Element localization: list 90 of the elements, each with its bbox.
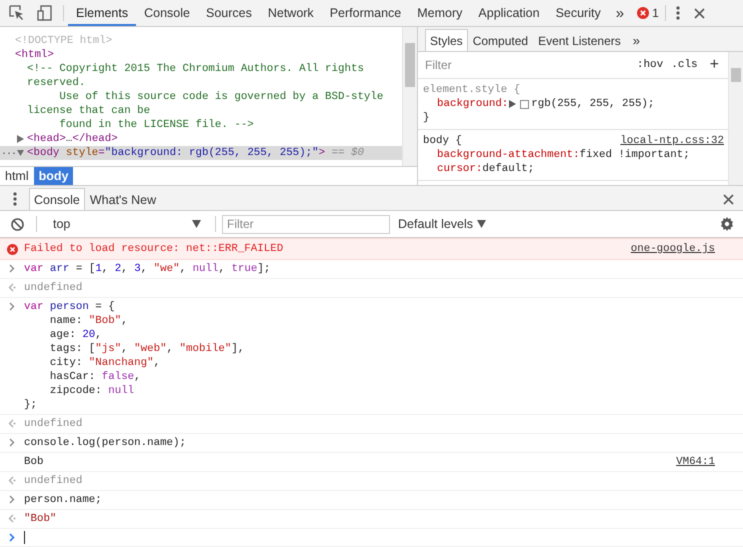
sidebar-tab[interactable]: Styles (425, 29, 468, 51)
css-value: default; (482, 162, 534, 176)
more-options-icon[interactable] (13, 192, 17, 206)
clear-console-icon[interactable] (11, 218, 24, 230)
drawer-tab[interactable]: Console (29, 188, 85, 210)
console-line: var arr = [1, 2, 3, "we", null, true]; (24, 262, 272, 276)
result-arrow-icon (8, 476, 16, 485)
error-icon (6, 244, 18, 255)
closing-brace: } (423, 111, 430, 125)
console-line: name: "Bob", (48, 314, 129, 328)
error-count[interactable]: 1 (652, 6, 659, 20)
css-value: fixed !important; (580, 148, 690, 162)
panel-tab[interactable]: Memory (409, 0, 470, 26)
result-arrow-icon (8, 419, 16, 428)
scrollbar[interactable] (402, 27, 417, 166)
breadcrumb[interactable]: html (0, 167, 34, 185)
markup-text: <head>…</head> (27, 132, 118, 146)
result-arrow-icon (8, 283, 16, 292)
class-toggle-button[interactable]: .cls (667, 59, 702, 71)
css-property: background: (437, 97, 508, 111)
markup-text: <html> (15, 48, 54, 62)
css-property: background-attachment: (437, 148, 580, 162)
more-tabs-button[interactable]: » (608, 4, 632, 22)
dom-tree-row[interactable]: ... <body style="background: rgb(255, 255, 255);"> == $0 (0, 146, 402, 160)
panel-tab[interactable]: Performance (322, 0, 410, 26)
breadcrumb[interactable]: body (34, 167, 74, 185)
log-levels-dropdown[interactable]: Default levels (398, 217, 486, 231)
panel-tab[interactable]: Application (470, 0, 548, 26)
more-tabs-button[interactable]: » (626, 29, 648, 51)
css-selector: element.style { (423, 83, 520, 97)
source-link[interactable]: local-ntp.css:32 (620, 134, 724, 148)
console-line: hasCar: false, (48, 370, 142, 384)
color-swatch[interactable] (520, 100, 530, 108)
inspect-icon[interactable] (9, 5, 25, 21)
console-line: person.name; (24, 493, 103, 507)
device-toolbar-icon[interactable] (37, 5, 53, 21)
console-line: undefined (24, 281, 84, 295)
text-cursor (24, 531, 25, 544)
dropdown-caret-icon (477, 220, 486, 228)
console-filter-field[interactable]: Filter (222, 214, 390, 234)
console-line: var person = { (24, 300, 116, 314)
console-line: tags: ["js", "web", "mobile"], (48, 342, 246, 356)
settings-icon[interactable] (720, 217, 734, 231)
css-value: rgb(255, 255, 255); (531, 97, 654, 111)
panel-tab[interactable]: Elements (68, 0, 136, 26)
console-line: Bob (24, 455, 44, 469)
console-line: Failed to load resource: net::ERR_FAILED (24, 242, 284, 256)
sidebar-tab[interactable]: Event Listeners (533, 29, 626, 51)
console-line: city: "Nanchang", (48, 356, 162, 370)
console-line: "Bob" (24, 512, 58, 526)
markup-text: <body style="background: rgb(255, 255, 255);"> == $0 (27, 146, 364, 160)
panel-tab[interactable]: Network (260, 0, 322, 26)
sidebar-tab[interactable]: Computed (468, 29, 534, 51)
markup-text: <!-- Copyright 2015 The Chromium Authors. All rights reserved. Use of this source code is governed by a BSD-style license that can be found in the LICENSE file. --> (27, 62, 384, 132)
markup-text: <!DOCTYPE html> (15, 34, 112, 48)
input-chevron-icon (9, 264, 15, 273)
new-rule-button[interactable]: + (702, 56, 724, 74)
console-line: }; (24, 398, 38, 412)
row-menu-dots[interactable]: ... (1, 146, 16, 160)
input-chevron-icon (9, 302, 15, 311)
panel-tab[interactable]: Console (136, 0, 198, 26)
source-link[interactable]: VM64:1 (676, 455, 715, 469)
close-icon[interactable] (694, 8, 705, 18)
expand-triangle-icon[interactable] (509, 100, 516, 108)
console-line: age: 20, (48, 328, 103, 342)
styles-filter-field[interactable]: Filter (423, 57, 633, 73)
prompt-chevron-icon (9, 533, 15, 542)
result-arrow-icon (8, 514, 16, 523)
panel-tab[interactable]: Security (548, 0, 609, 26)
console-line: undefined (24, 417, 84, 431)
input-chevron-icon (9, 495, 15, 504)
context-select[interactable]: top (41, 217, 211, 231)
console-line: undefined (24, 474, 84, 488)
dom-tree-row[interactable]: <head>…</head> (0, 132, 402, 146)
close-icon[interactable] (723, 194, 734, 204)
console-line: console.log(person.name); (24, 436, 187, 450)
panel-tab[interactable]: Sources (198, 0, 260, 26)
expand-triangle-icon[interactable] (17, 135, 24, 143)
drawer-tab[interactable]: What's New (84, 188, 162, 210)
input-chevron-icon (9, 438, 15, 447)
console-line: zipcode: null (48, 384, 136, 398)
error-icon[interactable] (637, 7, 650, 19)
css-selector: body { (423, 134, 462, 148)
hover-state-button[interactable]: :hov (632, 59, 668, 71)
dropdown-caret-icon (192, 220, 201, 228)
css-property: cursor: (437, 162, 482, 176)
more-options-icon[interactable] (676, 6, 680, 20)
source-link[interactable]: one-google.js (630, 242, 715, 256)
expand-triangle-icon[interactable] (17, 149, 24, 157)
scrollbar[interactable] (728, 52, 743, 185)
